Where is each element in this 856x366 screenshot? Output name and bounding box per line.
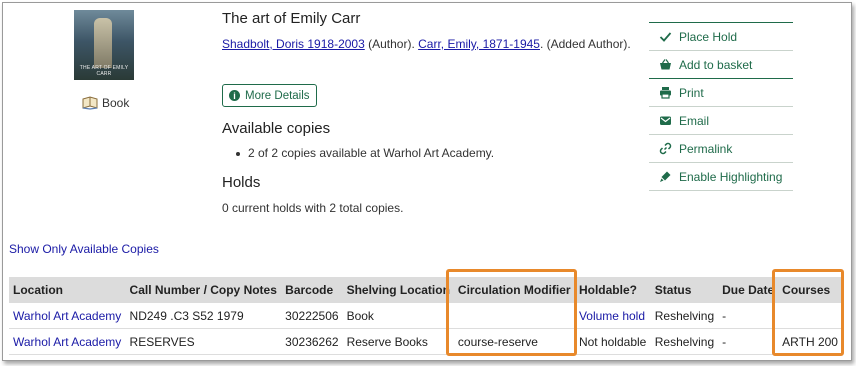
table-header-row: Location Call Number / Copy Notes Barcod… xyxy=(9,277,842,303)
permalink-label: Permalink xyxy=(679,141,733,156)
record-actions-menu: Place Hold Add to basket Print Email Per… xyxy=(649,22,793,191)
place-hold-label: Place Hold xyxy=(679,29,738,44)
shelving-location-cell: Book xyxy=(342,303,454,329)
enable-highlighting-button[interactable]: Enable Highlighting xyxy=(649,163,793,191)
holdable-cell: Volume hold xyxy=(574,303,651,329)
show-only-available-link[interactable]: Show Only Available Copies xyxy=(9,242,159,256)
status-cell: Reshelving xyxy=(650,303,719,329)
basket-icon xyxy=(660,59,671,70)
author-link-shadbolt[interactable]: Shadbolt, Doris 1918-2003 xyxy=(222,37,365,51)
due-date-cell: - xyxy=(718,303,779,329)
print-button[interactable]: Print xyxy=(649,79,793,107)
author-role: (Author). xyxy=(364,37,419,51)
email-button[interactable]: Email xyxy=(649,107,793,135)
envelope-icon xyxy=(660,116,671,125)
location-cell: Warhol Art Academy xyxy=(9,328,126,355)
call-number-cell: RESERVES xyxy=(125,328,282,355)
author-link-carr[interactable]: Carr, Emily, 1871-1945 xyxy=(418,37,540,51)
header-due-date[interactable]: Due Date xyxy=(718,277,779,303)
format-indicator: Book xyxy=(82,96,129,110)
record-title: The art of Emily Carr xyxy=(222,10,361,27)
email-label: Email xyxy=(679,113,710,128)
link-icon xyxy=(659,142,672,155)
more-details-label: More Details xyxy=(245,89,310,102)
permalink-button[interactable]: Permalink xyxy=(649,135,793,163)
header-holdable[interactable]: Holdable? xyxy=(574,277,651,303)
holds-heading: Holds xyxy=(222,174,261,191)
check-icon xyxy=(659,32,672,42)
more-details-button[interactable]: i More Details xyxy=(222,84,317,107)
holdable-cell: Not holdable xyxy=(574,328,651,355)
header-call-number[interactable]: Call Number / Copy Notes xyxy=(125,277,282,303)
call-number-cell: ND249 .C3 S52 1979 xyxy=(125,303,282,329)
barcode-cell: 30236262 xyxy=(281,328,343,355)
header-barcode[interactable]: Barcode xyxy=(281,277,343,303)
available-copies-heading: Available copies xyxy=(222,120,331,137)
add-to-basket-label: Add to basket xyxy=(679,57,753,72)
printer-icon xyxy=(660,87,671,99)
authors-line: Shadbolt, Doris 1918-2003 (Author). Carr… xyxy=(222,37,631,51)
volume-hold-link[interactable]: Volume hold xyxy=(579,309,645,323)
place-hold-button[interactable]: Place Hold xyxy=(649,23,793,51)
availability-list: 2 of 2 copies available at Warhol Art Ac… xyxy=(236,146,494,160)
header-status[interactable]: Status xyxy=(650,277,719,303)
courses-highlight xyxy=(772,269,844,356)
holds-summary: 0 current holds with 2 total copies. xyxy=(222,201,404,215)
availability-summary: 2 of 2 copies available at Warhol Art Ac… xyxy=(248,146,495,160)
format-label: Book xyxy=(102,96,130,110)
copies-table: Location Call Number / Copy Notes Barcod… xyxy=(9,277,842,355)
location-link[interactable]: Warhol Art Academy xyxy=(13,335,121,349)
add-to-basket-button[interactable]: Add to basket xyxy=(649,51,793,79)
enable-highlighting-label: Enable Highlighting xyxy=(679,169,783,184)
added-author-role: . (Added Author). xyxy=(539,37,631,51)
highlighter-icon xyxy=(660,171,671,182)
circulation-modifier-highlight xyxy=(446,269,577,356)
barcode-cell: 30222506 xyxy=(281,303,343,329)
location-link[interactable]: Warhol Art Academy xyxy=(13,309,121,323)
info-icon: i xyxy=(229,90,240,101)
table-row: Warhol Art Academy RESERVES 30236262 Res… xyxy=(9,328,842,355)
book-icon xyxy=(82,96,98,110)
header-shelving-location[interactable]: Shelving Location xyxy=(342,277,454,303)
table-row: Warhol Art Academy ND249 .C3 S52 1979 30… xyxy=(9,303,842,329)
list-bullet xyxy=(236,151,240,156)
cover-caption: THE ART OF EMILY CARR xyxy=(79,65,129,77)
cover-totem-art xyxy=(94,18,112,68)
location-cell: Warhol Art Academy xyxy=(9,303,126,329)
book-cover-image[interactable]: THE ART OF EMILY CARR xyxy=(74,10,134,80)
shelving-location-cell: Reserve Books xyxy=(342,328,454,355)
header-location[interactable]: Location xyxy=(9,277,126,303)
due-date-cell: - xyxy=(718,328,779,355)
status-cell: Reshelving xyxy=(650,328,719,355)
print-label: Print xyxy=(679,85,704,100)
